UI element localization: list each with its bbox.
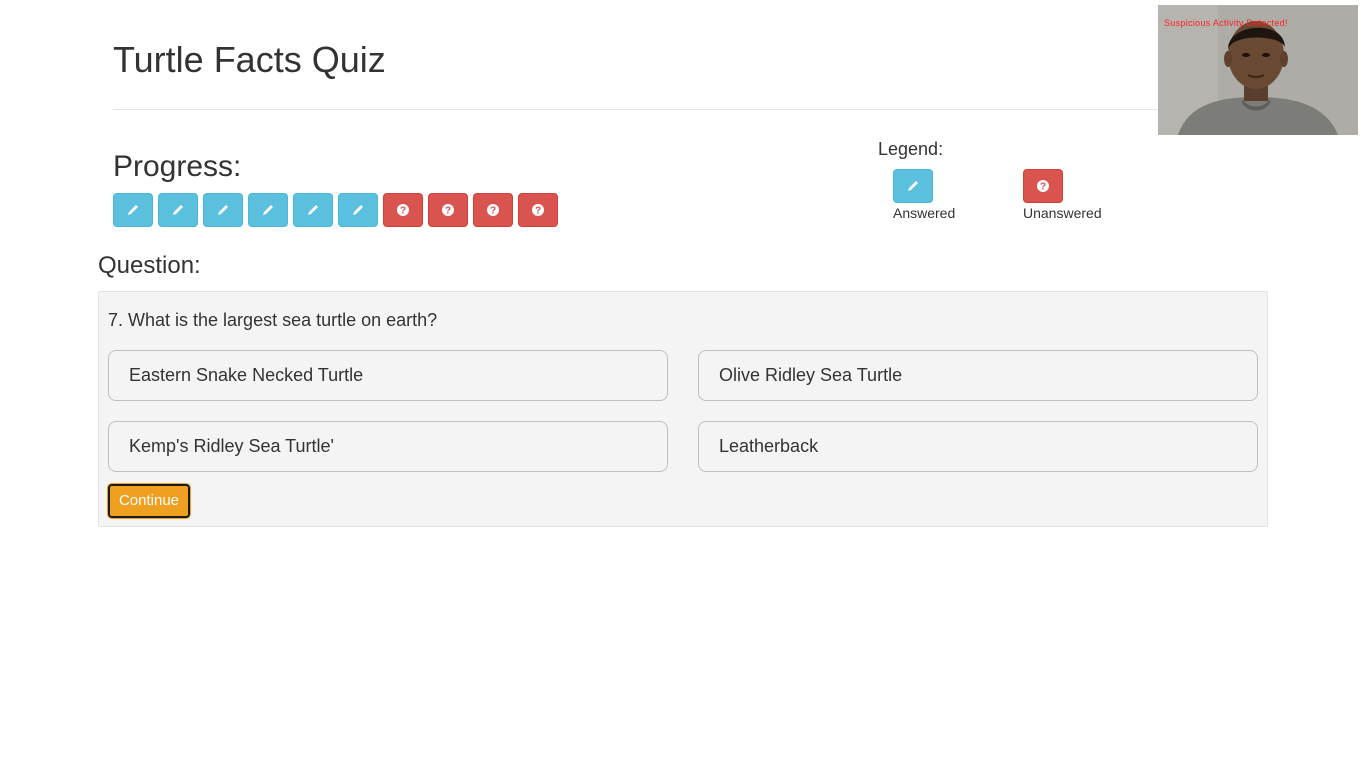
legend-unanswered: ? — [1023, 169, 1063, 203]
quiz-page: Turtle Facts Quiz Progress: ? ? ? ? Lege… — [0, 0, 1366, 768]
question-circle-icon: ? — [397, 204, 409, 217]
answer-option-3[interactable]: Kemp's Ridley Sea Turtle' — [108, 421, 668, 472]
page-title: Turtle Facts Quiz — [113, 39, 386, 80]
legend-answered — [893, 169, 933, 203]
question-circle-icon: ? — [1037, 180, 1049, 193]
progress-question-10-button[interactable]: ? — [518, 193, 558, 227]
pencil-icon — [353, 205, 363, 215]
svg-text:?: ? — [535, 206, 541, 217]
pencil-icon — [263, 205, 273, 215]
title-divider — [113, 109, 1253, 110]
svg-text:?: ? — [490, 206, 496, 217]
pencil-icon — [308, 205, 318, 215]
progress-question-7-button[interactable]: ? — [383, 193, 423, 227]
suspicious-activity-alert: Suspicious Activity Detected! — [1164, 18, 1288, 28]
question-circle-icon: ? — [532, 204, 544, 217]
progress-question-5-button[interactable] — [293, 193, 333, 227]
progress-question-1-button[interactable] — [113, 193, 153, 227]
question-circle-icon: ? — [442, 204, 454, 217]
svg-text:?: ? — [400, 206, 406, 217]
progress-question-9-button[interactable]: ? — [473, 193, 513, 227]
legend-answered-swatch — [893, 169, 933, 203]
continue-button[interactable]: Continue — [108, 484, 190, 518]
progress-question-6-button[interactable] — [338, 193, 378, 227]
question-heading: Question: — [98, 252, 201, 279]
svg-text:?: ? — [1040, 182, 1046, 193]
question-circle-icon: ? — [487, 204, 499, 217]
pencil-icon — [173, 205, 183, 215]
question-panel: 7. What is the largest sea turtle on ear… — [98, 291, 1268, 527]
legend-unanswered-label: Unanswered — [1023, 205, 1102, 221]
progress-question-8-button[interactable]: ? — [428, 193, 468, 227]
question-text: 7. What is the largest sea turtle on ear… — [108, 310, 438, 330]
answer-option-4[interactable]: Leatherback — [698, 421, 1258, 472]
progress-question-2-button[interactable] — [158, 193, 198, 227]
progress-question-3-button[interactable] — [203, 193, 243, 227]
legend-unanswered-swatch: ? — [1023, 169, 1063, 203]
progress-bar: ? ? ? ? — [113, 193, 558, 227]
progress-heading: Progress: — [113, 150, 242, 183]
webcam-feed: Suspicious Activity Detected! — [1158, 5, 1358, 135]
progress-question-4-button[interactable] — [248, 193, 288, 227]
answer-option-2[interactable]: Olive Ridley Sea Turtle — [698, 350, 1258, 401]
pencil-icon — [908, 181, 918, 191]
legend-heading: Legend: — [878, 139, 944, 159]
legend-answered-label: Answered — [893, 205, 956, 221]
pencil-icon — [218, 205, 228, 215]
svg-text:?: ? — [445, 206, 451, 217]
answer-option-1[interactable]: Eastern Snake Necked Turtle — [108, 350, 668, 401]
pencil-icon — [128, 205, 138, 215]
